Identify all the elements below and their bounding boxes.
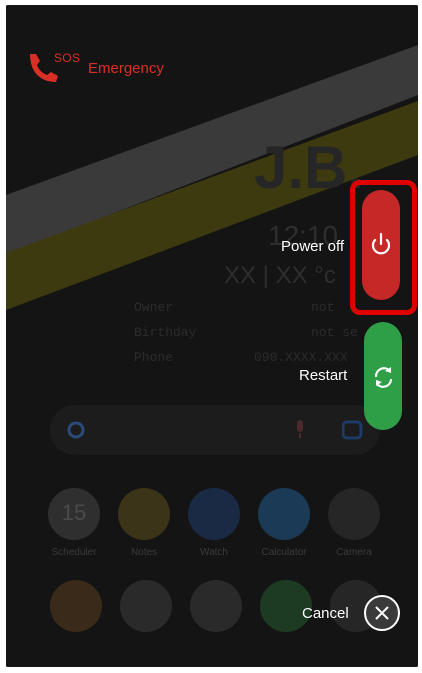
restart-label: Restart [299, 367, 348, 384]
info-key-owner: Owner [134, 300, 174, 315]
info-value-phone: 090.XXXX.XXX [254, 350, 348, 365]
watch-app-icon [188, 488, 240, 540]
info-key-birthday: Birthday [134, 325, 197, 340]
calculator-app-icon [258, 488, 310, 540]
app-label-scheduler: Scheduler [51, 547, 97, 558]
scheduler-app-icon: 15 [48, 488, 100, 540]
cancel-label: Cancel [302, 605, 349, 622]
google-icon [67, 421, 85, 439]
emergency-label: Emergency [88, 59, 164, 77]
play-store-icon [120, 580, 172, 632]
google-search-bar [50, 405, 380, 455]
app-label-notes: Notes [130, 547, 158, 558]
cancel-button[interactable] [364, 595, 400, 631]
power-off-highlight [350, 180, 417, 315]
camera-app-icon [328, 488, 380, 540]
restart-icon [374, 367, 393, 388]
info-key-phone: Phone [134, 350, 174, 365]
owner-initials: J.B. [254, 134, 365, 201]
app-label-calculator: Calculator [261, 547, 307, 558]
lens-icon [342, 420, 363, 440]
restart-button[interactable] [364, 322, 402, 430]
info-value-birthday: not se [311, 325, 358, 340]
weather-text: XX | XX °c [224, 262, 336, 289]
power-off-label: Power off [281, 238, 345, 255]
notes-app-icon [118, 488, 170, 540]
app-label-watch: Watch [200, 547, 228, 558]
google-folder-icon [190, 580, 242, 632]
emergency-button[interactable]: SOS Emergency [24, 48, 164, 88]
sos-phone-icon: SOS [24, 48, 80, 88]
close-icon [375, 606, 389, 620]
info-value-owner: not [311, 300, 335, 315]
chrome-icon [50, 580, 102, 632]
sos-badge: SOS [54, 51, 81, 65]
calendar-day: 15 [61, 500, 87, 525]
app-label-camera: Camera [336, 547, 372, 558]
mic-icon [297, 420, 303, 438]
phone-screen: J.B. 12:10 XX | XX °c Owner not Birthday… [6, 5, 418, 667]
